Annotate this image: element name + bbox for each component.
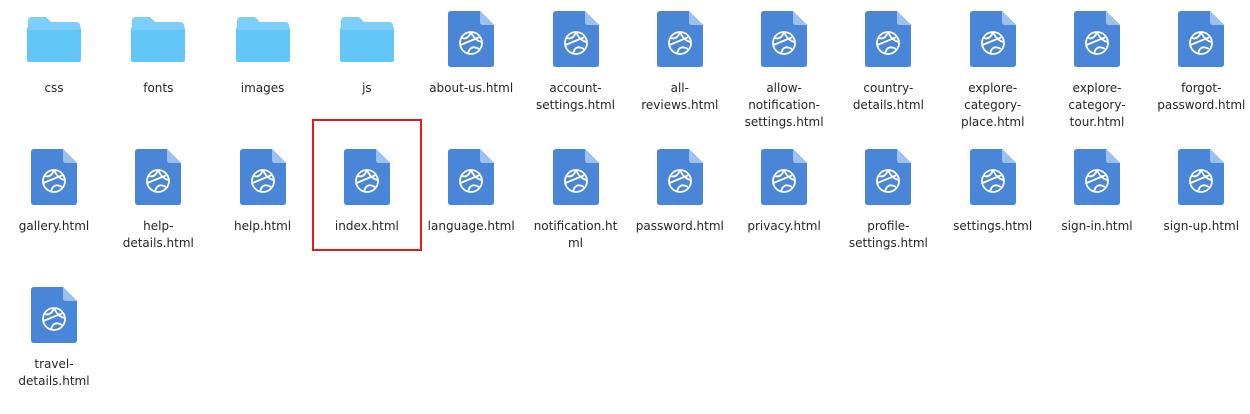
- file-item-help[interactable]: help.html: [212, 141, 314, 235]
- folder-icon: [126, 9, 190, 69]
- folder-item-fonts[interactable]: fonts: [107, 3, 209, 97]
- file-item-help-details[interactable]: help- details.html: [107, 141, 209, 252]
- file-item-privacy[interactable]: privacy.html: [733, 141, 835, 235]
- item-label: privacy.html: [747, 219, 821, 233]
- html-file-icon: [648, 9, 712, 69]
- item-label: country- details.html: [852, 81, 924, 112]
- file-item-about-us[interactable]: about-us.html: [420, 3, 522, 97]
- file-item-travel-details[interactable]: travel- details.html: [3, 279, 105, 390]
- item-label: about-us.html: [429, 81, 514, 95]
- html-file-icon: [1169, 9, 1233, 69]
- html-file-icon: [961, 147, 1025, 207]
- item-label: index.html: [334, 219, 399, 233]
- file-item-sign-in[interactable]: sign-in.html: [1046, 141, 1148, 235]
- html-file-icon: [22, 147, 86, 207]
- item-label: account- settings.html: [535, 81, 615, 112]
- item-label: language.html: [427, 219, 515, 233]
- folder-item-css[interactable]: css: [3, 3, 105, 97]
- item-label: sign-in.html: [1061, 219, 1133, 233]
- file-item-forgot-password[interactable]: forgot- password.html: [1150, 3, 1250, 114]
- html-file-icon: [856, 9, 920, 69]
- html-file-icon: [544, 9, 608, 69]
- item-label: notification.ht ml: [533, 219, 618, 250]
- html-file-icon: [335, 147, 399, 207]
- file-item-account-settings[interactable]: account- settings.html: [525, 3, 627, 114]
- folder-item-images[interactable]: images: [212, 3, 314, 97]
- item-label: help- details.html: [122, 219, 194, 250]
- item-label: profile- settings.html: [848, 219, 928, 250]
- html-file-icon: [1169, 147, 1233, 207]
- file-item-notification[interactable]: notification.ht ml: [525, 141, 627, 252]
- html-file-icon: [22, 285, 86, 345]
- item-label: all- reviews.html: [641, 81, 719, 112]
- html-file-icon: [126, 147, 190, 207]
- file-item-all-reviews[interactable]: all- reviews.html: [629, 3, 731, 114]
- html-file-icon: [752, 147, 816, 207]
- html-file-icon: [231, 147, 295, 207]
- folder-item-js[interactable]: js: [316, 3, 418, 97]
- item-label: css: [44, 81, 64, 95]
- item-label: travel- details.html: [18, 357, 90, 388]
- html-file-icon: [439, 147, 503, 207]
- html-file-icon: [1065, 147, 1129, 207]
- item-label: password.html: [635, 219, 724, 233]
- item-label: explore- category- place.html: [960, 81, 1025, 129]
- item-label: help.html: [234, 219, 292, 233]
- file-item-explore-category-tour[interactable]: explore- category- tour.html: [1046, 3, 1148, 131]
- html-file-icon: [439, 9, 503, 69]
- item-label: fonts: [143, 81, 174, 95]
- item-label: gallery.html: [18, 219, 90, 233]
- file-item-sign-up[interactable]: sign-up.html: [1150, 141, 1250, 235]
- item-label: images: [240, 81, 285, 95]
- folder-icon: [335, 9, 399, 69]
- file-item-settings[interactable]: settings.html: [942, 141, 1044, 235]
- file-item-language[interactable]: language.html: [420, 141, 522, 235]
- file-item-allow-notification-settings[interactable]: allow- notification- settings.html: [733, 3, 835, 131]
- folder-icon: [22, 9, 86, 69]
- file-item-index[interactable]: index.html: [316, 141, 418, 235]
- html-file-icon: [752, 9, 816, 69]
- item-label: forgot- password.html: [1157, 81, 1246, 112]
- html-file-icon: [648, 147, 712, 207]
- item-label: sign-up.html: [1163, 219, 1240, 233]
- file-item-profile-settings[interactable]: profile- settings.html: [837, 141, 939, 252]
- file-item-password[interactable]: password.html: [629, 141, 731, 235]
- folder-icon: [231, 9, 295, 69]
- file-grid: css fonts images js about-us.html accoun…: [0, 0, 1250, 414]
- item-label: allow- notification- settings.html: [744, 81, 824, 129]
- html-file-icon: [1065, 9, 1129, 69]
- html-file-icon: [544, 147, 608, 207]
- html-file-icon: [961, 9, 1025, 69]
- file-item-country-details[interactable]: country- details.html: [837, 3, 939, 114]
- item-label: explore- category- tour.html: [1068, 81, 1126, 129]
- item-label: settings.html: [953, 219, 1033, 233]
- html-file-icon: [856, 147, 920, 207]
- file-item-gallery[interactable]: gallery.html: [3, 141, 105, 235]
- file-item-explore-category-place[interactable]: explore- category- place.html: [942, 3, 1044, 131]
- item-label: js: [362, 81, 372, 95]
